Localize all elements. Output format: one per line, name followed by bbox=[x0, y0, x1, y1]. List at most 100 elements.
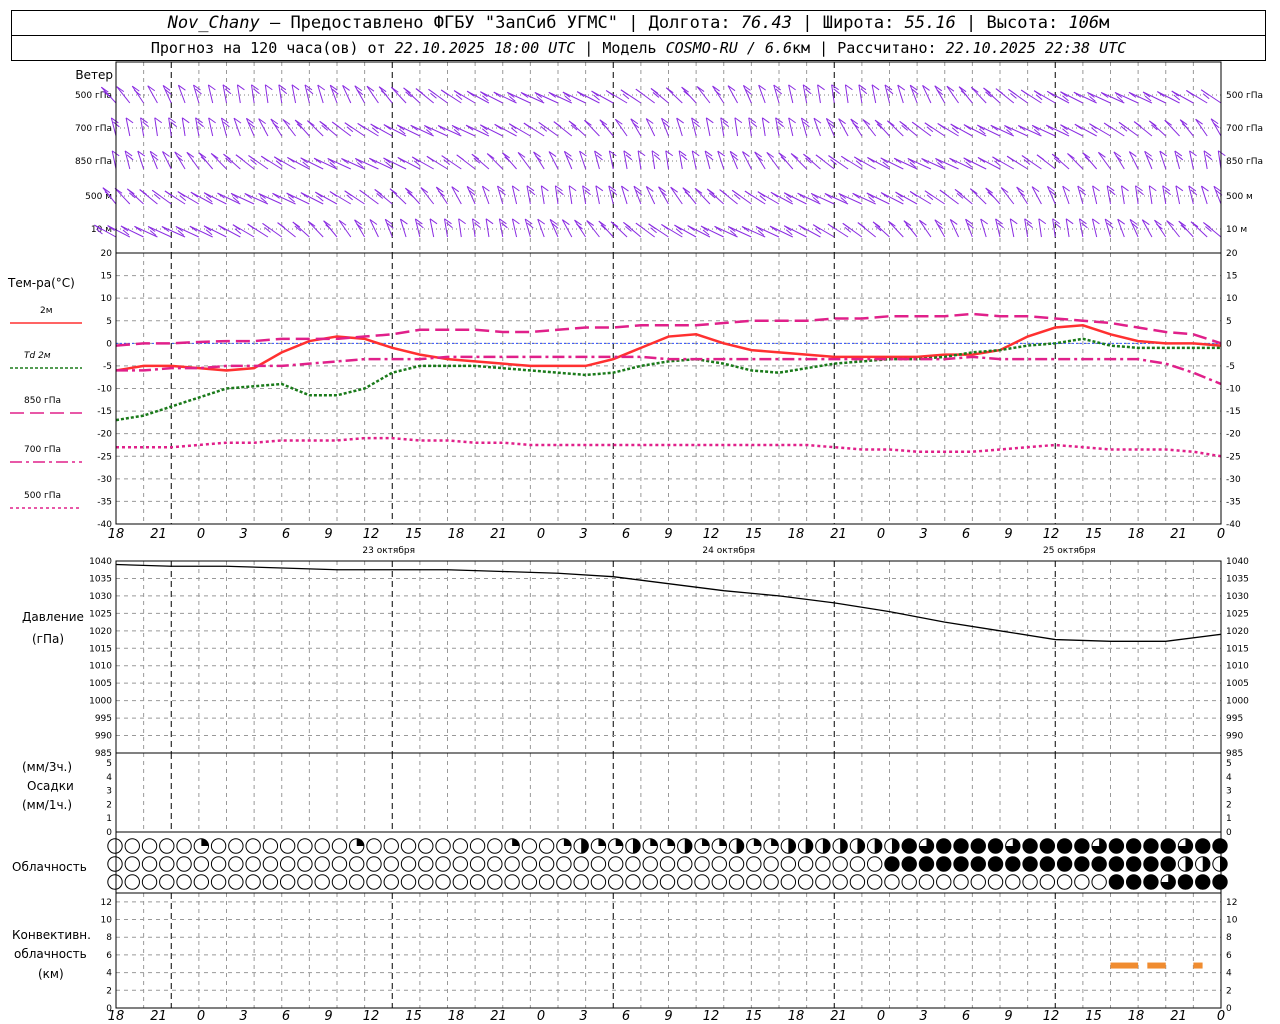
cloud-cover-marker bbox=[659, 856, 676, 872]
wind-barb-feather bbox=[292, 221, 301, 228]
wind-barb-feather bbox=[319, 120, 327, 127]
pressure-ytick-left: 1030 bbox=[89, 592, 112, 602]
cloud-circle bbox=[625, 874, 641, 890]
cloud-cover-marker bbox=[1022, 838, 1038, 854]
cloud-circle bbox=[176, 874, 192, 890]
cloud-cover-marker bbox=[1074, 856, 1090, 872]
wind-barb-staff bbox=[458, 218, 462, 238]
wind-barb bbox=[954, 188, 973, 205]
wind-barb-feather bbox=[650, 88, 659, 94]
wind-barb-feather bbox=[1133, 121, 1142, 127]
bottom-xtick: 15 bbox=[1085, 1009, 1102, 1024]
wind-barb bbox=[1046, 90, 1070, 104]
cloud-cover-marker bbox=[1195, 874, 1211, 890]
temp-ytick-right: -20 bbox=[1226, 430, 1241, 440]
wind-barb bbox=[193, 84, 202, 104]
wind-barb bbox=[1203, 222, 1222, 238]
cloud-fill-full bbox=[1195, 838, 1210, 854]
wind-barb-staff bbox=[897, 84, 904, 104]
wind-barb-staff bbox=[844, 84, 849, 104]
wind-barb bbox=[507, 91, 531, 104]
conv-ytick-right: 8 bbox=[1226, 933, 1232, 943]
pressure-ytick-right: 990 bbox=[1226, 732, 1243, 742]
wind-barb-feather bbox=[218, 224, 226, 231]
wind-barb bbox=[1117, 218, 1126, 238]
cloud-fill-part bbox=[719, 838, 727, 846]
cloud-fill-part bbox=[702, 838, 710, 846]
cloud-cover-marker bbox=[1160, 838, 1176, 854]
temp-ytick-right: 20 bbox=[1226, 249, 1238, 259]
wind-barb-feather bbox=[397, 157, 406, 163]
wind-barb bbox=[963, 124, 987, 137]
wind-barb bbox=[614, 118, 628, 137]
wind-barb-staff bbox=[1018, 125, 1042, 137]
cloud-cover-marker bbox=[797, 874, 814, 890]
cloud-cover-marker bbox=[780, 874, 797, 890]
cloud-cover-marker bbox=[832, 874, 848, 890]
cloud-cover-marker bbox=[625, 874, 641, 890]
wind-barb bbox=[553, 121, 573, 137]
cloud-cover-marker bbox=[1039, 874, 1056, 890]
wind-barb-staff bbox=[980, 218, 987, 238]
wind-barb-feather bbox=[1020, 89, 1029, 96]
wind-barb-feather bbox=[453, 90, 462, 97]
temp-legend-label: 2м bbox=[40, 306, 53, 316]
bottom-xtick: 9 bbox=[324, 1009, 332, 1024]
wind-barb bbox=[534, 92, 559, 104]
temp-xtick: 12 bbox=[363, 527, 380, 542]
cloud-circle bbox=[556, 874, 572, 890]
wind-barb-feather bbox=[620, 89, 629, 96]
cloud-cover-marker bbox=[746, 856, 762, 872]
cloud-cover-marker bbox=[210, 874, 227, 890]
wind-barb-staff bbox=[258, 118, 269, 137]
cloud-cover-marker bbox=[711, 874, 727, 890]
wind-barb bbox=[872, 221, 890, 238]
wind-barb-feather bbox=[260, 155, 269, 162]
wind-barb-feather bbox=[1008, 88, 1016, 95]
bottom-xtick: 3 bbox=[239, 1009, 247, 1024]
pressure-unit: (гПа) bbox=[32, 632, 64, 646]
wind-barb bbox=[208, 117, 216, 137]
bottom-xtick: 3 bbox=[579, 1009, 587, 1024]
wind-barb-feather bbox=[426, 155, 435, 162]
cloud-circle bbox=[349, 856, 365, 872]
wind-barb-feather bbox=[648, 223, 656, 230]
pressure-ytick-left: 1015 bbox=[89, 644, 112, 654]
wind-barb bbox=[958, 86, 973, 104]
pressure-ytick-left: 990 bbox=[95, 732, 112, 742]
wind-barb bbox=[623, 150, 633, 170]
wind-barb bbox=[451, 186, 462, 205]
wind-barb bbox=[424, 125, 448, 137]
wind-barb-staff bbox=[410, 124, 434, 137]
wind-barb bbox=[568, 120, 586, 137]
cloud-circle bbox=[141, 874, 158, 890]
wind-barb bbox=[1179, 119, 1194, 137]
cloud-cover-marker bbox=[418, 856, 434, 872]
wind-barb bbox=[773, 84, 783, 104]
wind-barb-staff bbox=[990, 124, 1015, 137]
wind-barb bbox=[453, 90, 476, 104]
bottom-xtick: 21 bbox=[490, 1009, 507, 1024]
wind-barb bbox=[292, 221, 310, 238]
wind-barb bbox=[1200, 185, 1209, 205]
temp-legend-label: 500 гПа bbox=[24, 491, 61, 501]
wind-barb-feather bbox=[307, 120, 315, 127]
wind-barb-feather bbox=[1046, 90, 1055, 97]
wind-barb bbox=[149, 150, 159, 170]
cloud-circle bbox=[159, 856, 175, 872]
cloud-circle bbox=[1039, 874, 1056, 890]
bottom-xtick: 15 bbox=[405, 1009, 422, 1024]
wind-barb bbox=[568, 185, 577, 205]
temp-xtick: 0 bbox=[537, 527, 545, 542]
wind-barb-staff bbox=[264, 84, 269, 104]
wind-barb-staff bbox=[775, 117, 780, 137]
wind-barb-staff bbox=[1024, 218, 1029, 238]
cloud-cover-marker bbox=[987, 856, 1004, 872]
wind-barb-staff bbox=[921, 158, 945, 170]
conv-ytick-left: 6 bbox=[106, 951, 112, 961]
cloud-circle bbox=[746, 874, 762, 890]
wind-barb-staff bbox=[1000, 187, 1015, 205]
cloud-fill-part bbox=[615, 838, 623, 846]
pressure-ytick-left: 1000 bbox=[89, 697, 112, 707]
wind-barb bbox=[1133, 121, 1153, 137]
